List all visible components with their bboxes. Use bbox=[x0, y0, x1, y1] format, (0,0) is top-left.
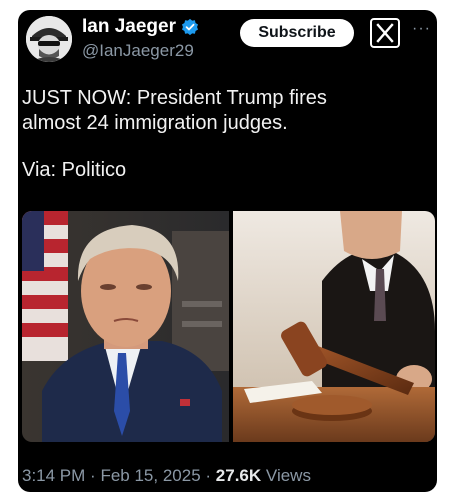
verified-badge-icon bbox=[181, 18, 199, 36]
tweet-time[interactable]: 3:14 PM bbox=[22, 466, 85, 485]
tweet-card: Ian Jaeger @IanJaeger29 Subscribe ··· JU… bbox=[18, 10, 437, 492]
tweet-date[interactable]: Feb 15, 2025 bbox=[100, 466, 200, 485]
separator: · bbox=[90, 466, 96, 485]
right-photo bbox=[233, 211, 435, 442]
author-row: Ian Jaeger bbox=[82, 16, 199, 38]
author-handle[interactable]: @IanJaeger29 bbox=[82, 41, 194, 61]
media-image bbox=[22, 211, 435, 442]
tweet-text: JUST NOW: President Trump fires almost 2… bbox=[22, 86, 432, 183]
left-photo bbox=[22, 211, 229, 442]
x-logo-glyph bbox=[376, 23, 394, 43]
tweet-text-line: JUST NOW: President Trump fires bbox=[22, 87, 327, 109]
views-label: Views bbox=[265, 466, 311, 485]
tweet-footer: 3:14 PM · Feb 15, 2025 · 27.6K Views bbox=[22, 466, 311, 486]
x-logo-icon[interactable] bbox=[370, 18, 400, 48]
author-name[interactable]: Ian Jaeger bbox=[82, 16, 176, 38]
avatar[interactable] bbox=[26, 16, 72, 62]
tweet-header: Ian Jaeger @IanJaeger29 Subscribe ··· bbox=[18, 10, 437, 72]
tweet-text-line: almost 24 immigration judges. bbox=[22, 112, 288, 134]
separator: · bbox=[205, 466, 212, 485]
more-options-icon[interactable]: ··· bbox=[412, 20, 431, 38]
avatar-image bbox=[26, 16, 72, 62]
tweet-source: Via: Politico bbox=[22, 159, 127, 181]
tweet-media[interactable] bbox=[22, 211, 435, 442]
views-count: 27.6K bbox=[215, 466, 262, 485]
subscribe-button[interactable]: Subscribe bbox=[240, 19, 354, 47]
